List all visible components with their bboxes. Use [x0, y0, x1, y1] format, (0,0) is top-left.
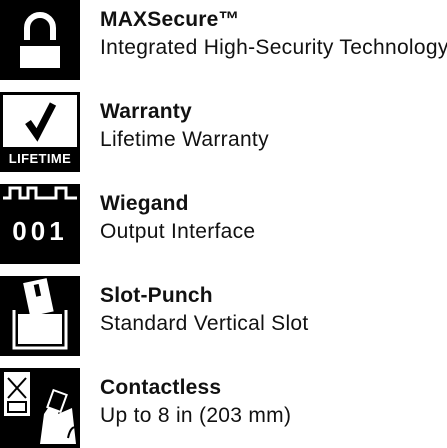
- feature-title: Wiegand: [100, 192, 189, 215]
- feature-row-maxsecure: MAXSecure™ Integrated High-Security Tech…: [0, 0, 447, 80]
- feature-subtitle: Output Interface: [100, 220, 256, 243]
- feature-title: MAXSecure™: [100, 8, 240, 31]
- wiegand-signal-icon: 001: [0, 184, 80, 264]
- feature-subtitle: Up to 8 in (203 mm): [100, 404, 292, 427]
- feature-row-contactless: Contactless Up to 8 in (203 mm): [0, 368, 447, 448]
- feature-row-wiegand: 001 Wiegand Output Interface: [0, 184, 447, 264]
- feature-title: Slot-Punch: [100, 284, 213, 307]
- feature-subtitle: Integrated High-Security Technology: [100, 36, 447, 59]
- feature-title: Warranty: [100, 100, 192, 123]
- wiegand-badge: 001: [12, 216, 68, 246]
- slot-punch-card-icon: [0, 276, 80, 356]
- lifetime-badge: LIFETIME: [8, 151, 72, 166]
- feature-subtitle: Lifetime Warranty: [100, 128, 269, 151]
- feature-row-slot-punch: Slot-Punch Standard Vertical Slot: [0, 276, 447, 356]
- checkmark-icon: LIFETIME: [0, 92, 80, 172]
- feature-subtitle: Standard Vertical Slot: [100, 312, 309, 335]
- feature-row-warranty: LIFETIME Warranty Lifetime Warranty: [0, 92, 447, 172]
- feature-title: Contactless: [100, 376, 222, 399]
- lock-icon: [0, 0, 80, 80]
- contactless-card-icon: [0, 368, 80, 448]
